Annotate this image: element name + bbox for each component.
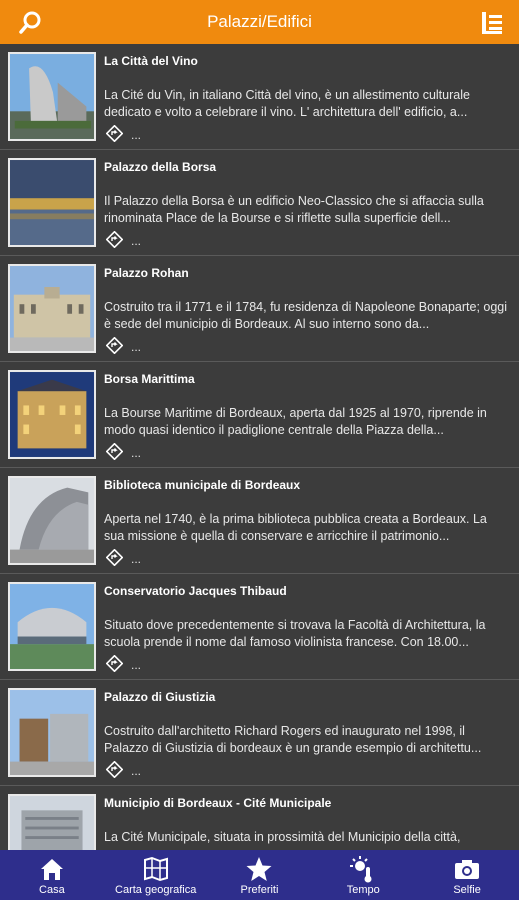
more-text[interactable]: ... [131,552,141,566]
item-description: La Bourse Maritime di Bordeaux, aperta d… [104,406,487,437]
thumbnail-image [8,158,96,247]
item-title: Biblioteca municipale di Bordeaux [104,478,301,492]
item-description: Aperta nel 1740, è la prima biblioteca p… [104,512,487,543]
star-icon [246,856,272,881]
thumbnail-image [8,264,96,353]
tab-label: Casa [39,883,65,896]
directions-icon[interactable] [106,654,123,672]
more-text[interactable]: ... [131,340,141,354]
directions-icon[interactable] [106,760,123,778]
camera-icon [455,859,480,879]
list-menu-icon[interactable] [479,10,505,36]
more-text[interactable]: ... [131,658,141,672]
thumbnail-image [8,688,96,777]
page-title: Palazzi/Edifici [207,12,312,31]
weather-icon [350,855,372,882]
list-item[interactable]: Palazzo di Giustizia Costruito dall'arch… [0,680,519,786]
search-icon[interactable] [18,10,44,36]
more-text[interactable]: ... [131,446,141,460]
item-description: Costruito dall'architetto Richard Rogers… [104,724,482,755]
tab-label: Carta geografica [115,883,197,896]
more-text[interactable]: ... [131,234,141,248]
list-item[interactable]: Palazzo della Borsa Il Palazzo della Bor… [0,150,519,256]
item-description: Costruito tra il 1771 e il 1784, fu resi… [104,300,508,331]
item-description: La Cité Municipale, situata in prossimit… [104,830,461,844]
building-list[interactable]: La Città del Vino La Cité du Vin, in ita… [0,44,519,850]
directions-icon[interactable] [106,336,123,354]
item-description: Situato dove precedentemente si trovava … [104,618,486,649]
tab-label: Selfie [453,883,481,896]
tab-weather[interactable]: Tempo [313,855,413,896]
more-text[interactable]: ... [131,764,141,778]
item-title: Municipio di Bordeaux - Cité Municipale [104,796,332,810]
list-item[interactable]: La Città del Vino La Cité du Vin, in ita… [0,44,519,150]
item-title: Conservatorio Jacques Thibaud [104,584,287,598]
item-title: Palazzo Rohan [104,266,189,280]
directions-icon[interactable] [106,442,123,460]
map-icon [143,856,168,881]
thumbnail-image [8,582,96,671]
thumbnail-image [8,370,96,459]
list-item[interactable]: Borsa Marittima La Bourse Maritime di Bo… [0,362,519,468]
item-description: Il Palazzo della Borsa è un edificio Neo… [104,194,484,225]
tab-favorites[interactable]: Preferiti [209,855,309,896]
bottom-navigation: Casa Carta geografica Preferiti Tempo Se… [0,850,519,900]
tab-label: Tempo [346,883,380,896]
item-title: Palazzo della Borsa [104,160,217,174]
directions-icon[interactable] [106,124,123,142]
thumbnail-image [8,794,96,850]
item-title: Palazzo di Giustizia [104,690,216,704]
list-item[interactable]: Palazzo Rohan Costruito tra il 1771 e il… [0,256,519,362]
item-title: Borsa Marittima [104,372,195,386]
item-description: La Cité du Vin, in italiano Città del vi… [104,88,470,119]
home-icon [40,858,63,880]
list-item[interactable]: Biblioteca municipale di Bordeaux Aperta… [0,468,519,574]
tab-label: Preferiti [240,883,279,896]
tab-map[interactable]: Carta geografica [106,855,206,896]
thumbnail-image [8,52,96,141]
tab-selfie[interactable]: Selfie [417,855,517,896]
item-title: La Città del Vino [104,54,198,68]
more-text[interactable]: ... [131,128,141,142]
tab-home[interactable]: Casa [2,855,102,896]
list-item[interactable]: Conservatorio Jacques Thibaud Situato do… [0,574,519,680]
directions-icon[interactable] [106,230,123,248]
directions-icon[interactable] [106,548,123,566]
list-item[interactable]: Municipio di Bordeaux - Cité Municipale … [0,786,519,850]
top-app-bar: Palazzi/Edifici [0,0,519,44]
thumbnail-image [8,476,96,565]
